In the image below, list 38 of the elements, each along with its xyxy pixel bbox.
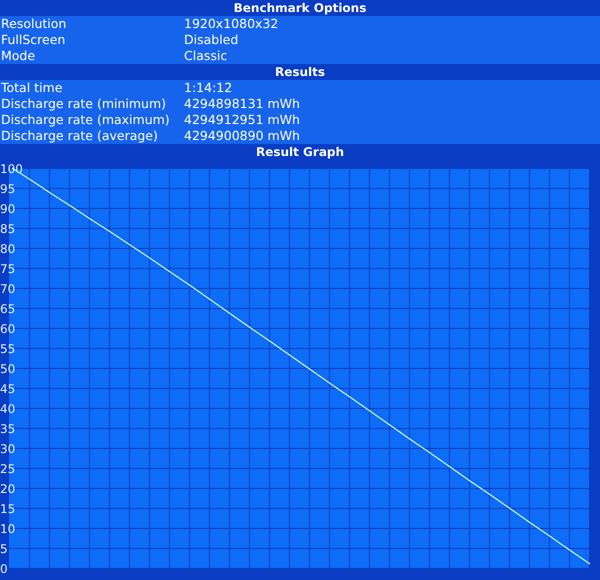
axis-tick-label: 30 (0, 442, 16, 456)
row-label: FullScreen (0, 32, 66, 48)
row-value: Disabled (184, 32, 238, 48)
axis-tick-label: 70 (0, 282, 16, 296)
axis-tick-label: 45 (0, 382, 16, 396)
row-label: Discharge rate (average) (0, 128, 159, 144)
axis-tick-label: 80 (0, 242, 16, 256)
row-value: 4294898131 mWh (184, 96, 300, 112)
row-label: Mode (0, 48, 36, 64)
axis-tick-label: 20 (0, 482, 16, 496)
axis-tick-label: 55 (0, 342, 16, 356)
axis-tick-label: 60 (0, 322, 16, 336)
axis-tick-label: 40 (0, 402, 16, 416)
row-label: Discharge rate (minimum) (0, 96, 168, 112)
row-value: 1920x1080x32 (184, 16, 278, 32)
row-label: Discharge rate (maximum) (0, 112, 171, 128)
axis-tick-label: 100 (0, 162, 23, 176)
row-value: 4294912951 mWh (184, 112, 300, 128)
axis-tick-label: 75 (0, 262, 16, 276)
section-header: Benchmark Options (0, 0, 600, 16)
axis-tick-label: 35 (0, 422, 16, 436)
row-value: 4294900890 mWh (184, 128, 300, 144)
row-value: Classic (184, 48, 228, 64)
axis-tick-label: 90 (0, 202, 16, 216)
section-header: Results (0, 64, 600, 80)
axis-tick-label: 0 (0, 562, 8, 576)
axis-tick-label: 95 (0, 182, 16, 196)
axis-tick-label: 50 (0, 362, 16, 376)
axis-tick-label: 5 (0, 542, 8, 556)
axis-tick-label: 15 (0, 502, 16, 516)
axis-tick-label: 65 (0, 302, 16, 316)
section-header: Result Graph (0, 144, 600, 160)
axis-tick-label: 10 (0, 522, 16, 536)
axis-tick-label: 85 (0, 222, 16, 236)
row-label: Total time (0, 80, 64, 96)
row-label: Resolution (0, 16, 68, 32)
axis-tick-label: 25 (0, 462, 16, 476)
row-value: 1:14:12 (184, 80, 232, 96)
